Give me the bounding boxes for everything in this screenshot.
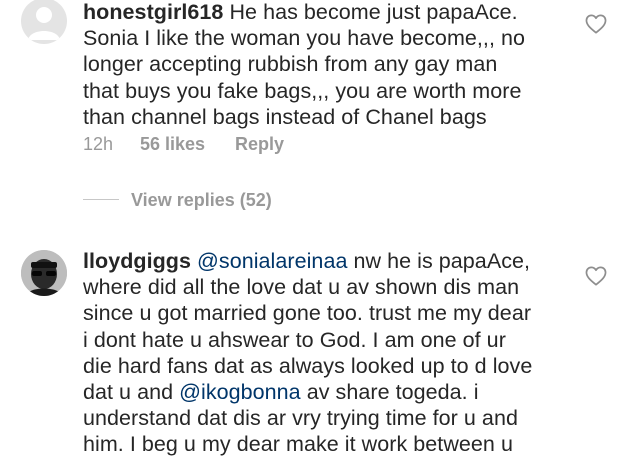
heart-outline-icon[interactable] [585,266,607,286]
comment-likes-count[interactable]: 56 likes [140,134,235,155]
comment-username[interactable]: lloydgiggs [83,249,191,273]
heart-outline-icon[interactable] [585,14,607,34]
view-replies-button[interactable]: View replies (52) [83,190,272,214]
comment-line: him. I beg u my dear make it work betwee… [83,432,513,457]
comment-username[interactable]: honestgirl618 [83,0,223,24]
comment-line: understand dat dis ar vry trying time fo… [83,406,518,431]
comment-line: where did all the love dat u av shown di… [83,275,520,300]
comment-line: than channel bags instead of Chanel bags [83,104,487,129]
comment-line: since u got married gone too. trust me m… [83,301,532,326]
comment-text: lloydgiggs @sonialareinaa nw he is papaA… [83,248,561,458]
mention-link[interactable]: @sonialareinaa [197,249,347,273]
view-replies-divider [83,198,119,200]
comment-line: longer accepting rubbish from any gay ma… [83,52,498,77]
user-photo-avatar[interactable] [21,250,67,296]
comment-line-part: av share togeda. i [300,380,479,405]
comment-line: Sonia I like the woman you have become,,… [83,26,526,51]
comment-line: i dont hate u ahswear to God. I am one o… [83,327,506,352]
comment-line-part: dat u and [83,380,180,405]
view-replies-label: View replies (52) [131,190,272,210]
comment-timestamp: 12h [83,134,114,154]
comment-line: die hard fans dat as always looked up to… [83,353,533,378]
comment-line: He has become just papaAce. [229,0,518,24]
comment-text: honestgirl618 He has become just papaAce… [83,0,561,130]
reply-button[interactable]: Reply [235,134,284,155]
comment-line: that buys you fake bags,,, you are worth… [83,78,522,103]
mention-link[interactable]: @ikogbonna [179,380,301,404]
default-avatar-icon[interactable] [21,0,67,44]
comment-line: nw he is papaAce, [347,249,531,273]
comment-meta: 12h 56 likes Reply [83,134,284,155]
